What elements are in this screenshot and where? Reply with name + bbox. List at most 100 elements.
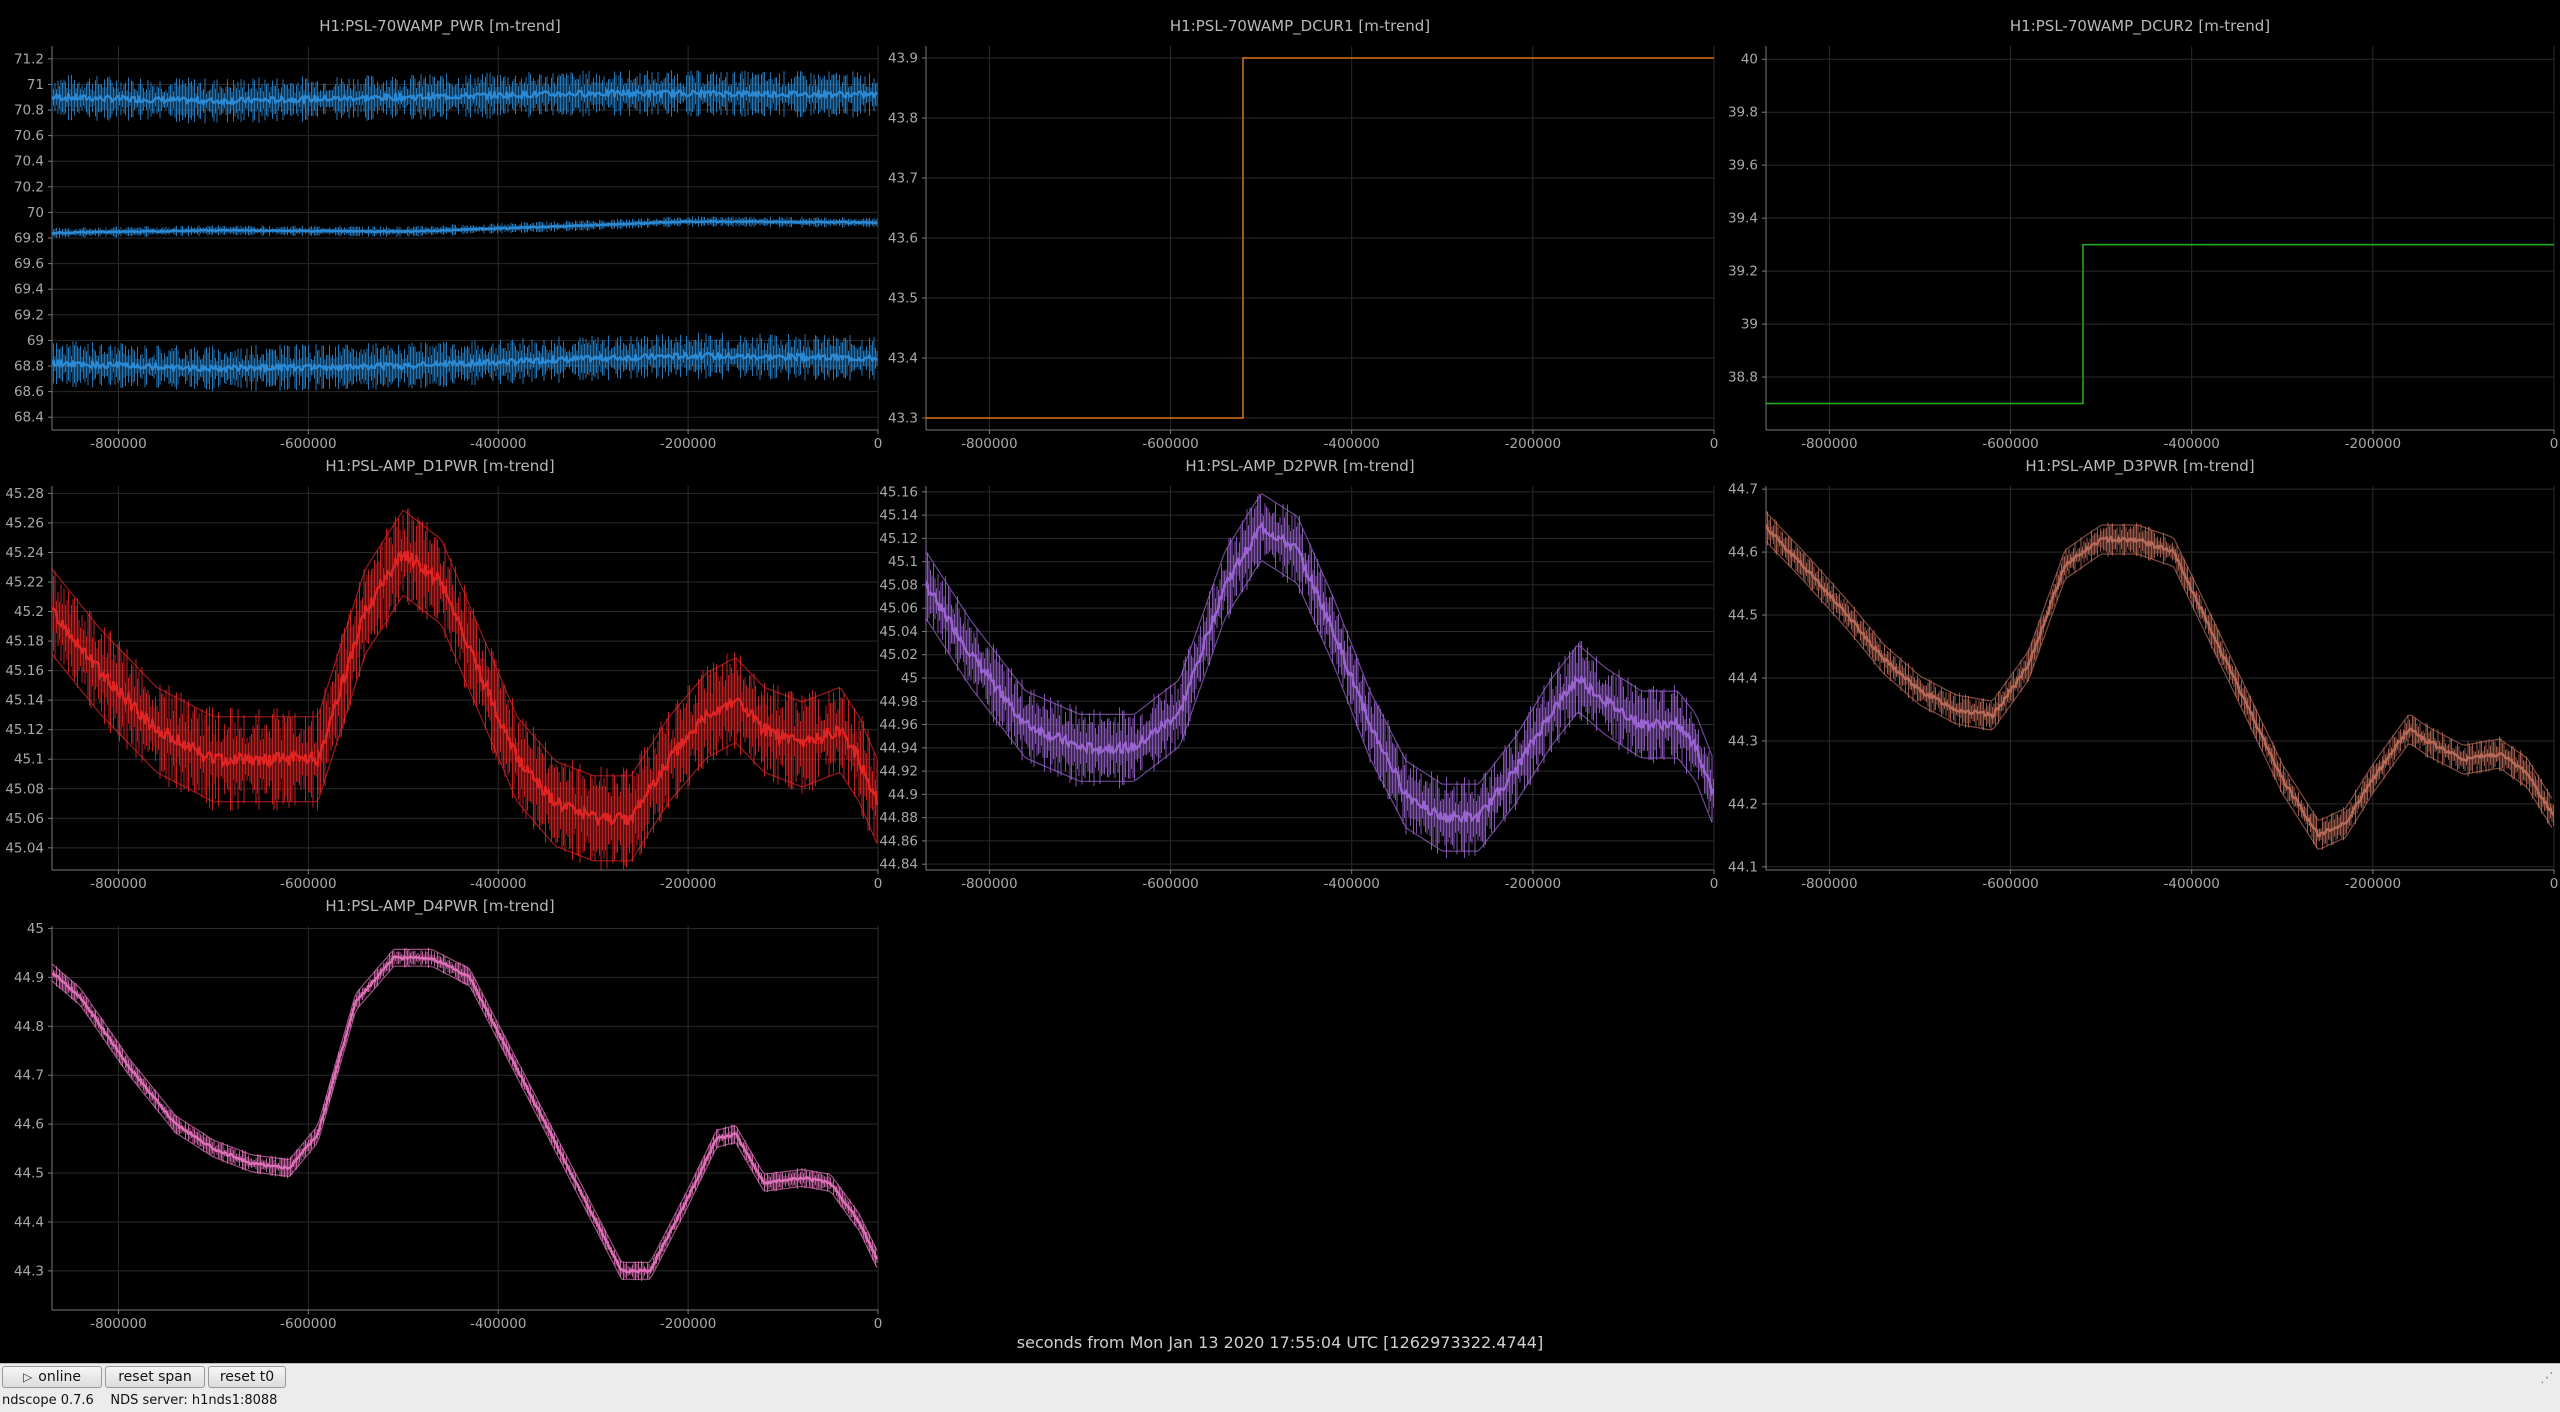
x-tick-label: -600000 xyxy=(1142,876,1198,892)
series-line xyxy=(1766,524,2554,837)
chart-amp-d2pwr[interactable]: H1:PSL-AMP_D2PWR [m-trend] 44.84 44.86 44.8… xyxy=(879,450,1720,892)
y-tick-label: 44.94 xyxy=(879,740,918,756)
y-tick-label: 38.8 xyxy=(1728,370,1758,386)
x-tick-label: -200000 xyxy=(2345,876,2401,892)
y-tick-label: 44.2 xyxy=(1728,796,1758,812)
y-tick-label: 45.14 xyxy=(879,508,918,524)
y-tick-label: 43.8 xyxy=(888,111,918,127)
series-group xyxy=(52,947,878,1281)
reset-t0-button[interactable]: reset t0 xyxy=(208,1366,286,1388)
y-tick-label: 45.16 xyxy=(5,663,44,679)
chart-title: H1:PSL-70WAMP_PWR [m-trend] xyxy=(319,17,561,36)
plot-70wamp-dcur2[interactable]: H1:PSL-70WAMP_DCUR2 [m-trend] 38.8 39 39.2 3… xyxy=(1720,10,2560,452)
y-tick-label: 43.4 xyxy=(888,351,918,367)
y-tick-label: 44.7 xyxy=(1728,482,1758,498)
reset-t0-label: reset t0 xyxy=(219,1369,275,1385)
y-tick-label: 69.6 xyxy=(14,256,44,272)
y-tick-label: 40 xyxy=(1741,52,1758,68)
y-tick-label: 45.04 xyxy=(5,840,44,856)
y-tick-label: 43.6 xyxy=(888,231,918,247)
series-group xyxy=(52,70,878,392)
plot-70wamp-pwr[interactable]: H1:PSL-70WAMP_PWR [m-trend] 68.4 68.6 68.8 6… xyxy=(0,10,882,452)
y-tick-label: 45.02 xyxy=(879,647,918,663)
resize-grip-icon[interactable]: ⋰ xyxy=(2540,1370,2554,1386)
y-tick-label: 39.8 xyxy=(1728,105,1758,121)
y-tick-label: 69.4 xyxy=(14,282,44,298)
y-tick-label: 45.06 xyxy=(879,601,918,617)
y-tick-label: 43.3 xyxy=(888,411,918,427)
x-tick-label: -200000 xyxy=(1505,876,1561,892)
time-axis-label: seconds from Mon Jan 13 2020 17:55:04 UT… xyxy=(1016,1333,1544,1352)
y-tick-label: 45.24 xyxy=(5,545,44,561)
y-tick-label: 70 xyxy=(27,205,44,221)
y-tick-label: 44.4 xyxy=(14,1214,44,1230)
y-tick-label: 44.86 xyxy=(879,833,918,849)
chart-amp-d1pwr[interactable]: H1:PSL-AMP_D1PWR [m-trend] 45.04 45.06 45.0… xyxy=(0,450,882,892)
y-tick-label: 45.04 xyxy=(879,624,918,640)
series-group xyxy=(52,508,878,870)
series-group xyxy=(1766,511,2554,850)
chart-title: H1:PSL-AMP_D4PWR [m-trend] xyxy=(325,897,554,916)
chart-amp-d4pwr[interactable]: H1:PSL-AMP_D4PWR [m-trend] 44.3 44.4 44.5 44… xyxy=(0,890,882,1332)
chart-amp-d3pwr[interactable]: H1:PSL-AMP_D3PWR [m-trend] 44.1 44.2 44.3 44… xyxy=(1720,450,2560,892)
y-tick-label: 43.7 xyxy=(888,171,918,187)
plot-amp-d2pwr[interactable]: H1:PSL-AMP_D2PWR [m-trend] 44.84 44.86 44.8… xyxy=(879,450,1720,892)
y-tick-label: 45 xyxy=(901,671,918,687)
y-tick-label: 44.1 xyxy=(1728,859,1758,875)
y-tick-label: 68.8 xyxy=(14,359,44,375)
y-tick-label: 39.6 xyxy=(1728,158,1758,174)
y-tick-label: 45.18 xyxy=(5,634,44,650)
x-tick-label: -400000 xyxy=(470,1316,526,1332)
reset-span-button[interactable]: reset span xyxy=(105,1366,205,1388)
y-tick-label: 44.96 xyxy=(879,717,918,733)
y-tick-label: 44.6 xyxy=(14,1117,44,1133)
y-tick-label: 44.9 xyxy=(888,787,918,803)
y-tick-label: 44.9 xyxy=(14,970,44,986)
x-tick-label: 0 xyxy=(874,1316,883,1332)
series-group xyxy=(926,493,1714,859)
y-tick-label: 45.12 xyxy=(5,722,44,738)
y-tick-label: 39.4 xyxy=(1728,211,1758,227)
chart-title: H1:PSL-70WAMP_DCUR1 [m-trend] xyxy=(1170,17,1430,36)
x-tick-label: 0 xyxy=(1710,876,1719,892)
y-tick-label: 44.8 xyxy=(14,1019,44,1035)
chart-70wamp-dcur1[interactable]: H1:PSL-70WAMP_DCUR1 [m-trend] 43.3 43.4 43.… xyxy=(880,10,1720,452)
plot-70wamp-dcur1[interactable]: H1:PSL-70WAMP_DCUR1 [m-trend] 43.3 43.4 43.… xyxy=(880,10,1720,452)
online-button[interactable]: ▷ online xyxy=(2,1366,102,1388)
y-tick-label: 45.1 xyxy=(888,554,918,570)
y-tick-label: 44.4 xyxy=(1728,671,1758,687)
x-tick-label: -400000 xyxy=(2163,876,2219,892)
y-tick-label: 45.12 xyxy=(879,531,918,547)
plot-amp-d4pwr[interactable]: H1:PSL-AMP_D4PWR [m-trend] 44.3 44.4 44.5 44… xyxy=(0,890,882,1332)
plot-amp-d1pwr[interactable]: H1:PSL-AMP_D1PWR [m-trend] 45.04 45.06 45.0… xyxy=(0,450,882,892)
chart-title: H1:PSL-AMP_D2PWR [m-trend] xyxy=(1185,457,1414,476)
control-bar: ▷ online reset span reset t0 ndscope 0.7… xyxy=(0,1363,2560,1412)
y-tick-label: 44.98 xyxy=(879,694,918,710)
y-tick-label: 45.22 xyxy=(5,575,44,591)
server-text: NDS server: h1nds1:8088 xyxy=(110,1393,278,1408)
y-tick-label: 68.4 xyxy=(14,410,44,426)
plot-amp-d3pwr[interactable]: H1:PSL-AMP_D3PWR [m-trend] 44.1 44.2 44.3 44… xyxy=(1720,450,2560,892)
y-tick-label: 43.5 xyxy=(888,291,918,307)
series-envelope xyxy=(52,948,878,1263)
y-tick-label: 45.08 xyxy=(5,781,44,797)
chart-70wamp-dcur2[interactable]: H1:PSL-70WAMP_DCUR2 [m-trend] 38.8 39 39.2 3… xyxy=(1720,10,2560,452)
y-tick-label: 45.08 xyxy=(879,577,918,593)
y-tick-label: 45.2 xyxy=(14,604,44,620)
online-button-label: online xyxy=(38,1369,81,1385)
series-band xyxy=(52,216,878,238)
y-tick-label: 69.8 xyxy=(14,231,44,247)
reset-span-label: reset span xyxy=(118,1369,192,1385)
series-line xyxy=(52,955,878,1274)
y-tick-label: 44.7 xyxy=(14,1068,44,1084)
x-tick-label: -800000 xyxy=(1801,876,1857,892)
y-tick-label: 39 xyxy=(1741,317,1758,333)
y-tick-label: 44.3 xyxy=(14,1263,44,1279)
y-tick-label: 44.3 xyxy=(1728,733,1758,749)
series-envelope xyxy=(1766,540,2553,850)
x-tick-label: -600000 xyxy=(280,1316,336,1332)
chart-70wamp-pwr[interactable]: H1:PSL-70WAMP_PWR [m-trend] 68.4 68.6 68.8 6… xyxy=(0,10,882,452)
series-band xyxy=(52,70,878,124)
status-line: ndscope 0.7.6 NDS server: h1nds1:8088 xyxy=(2,1393,277,1408)
y-tick-label: 45.26 xyxy=(5,515,44,531)
